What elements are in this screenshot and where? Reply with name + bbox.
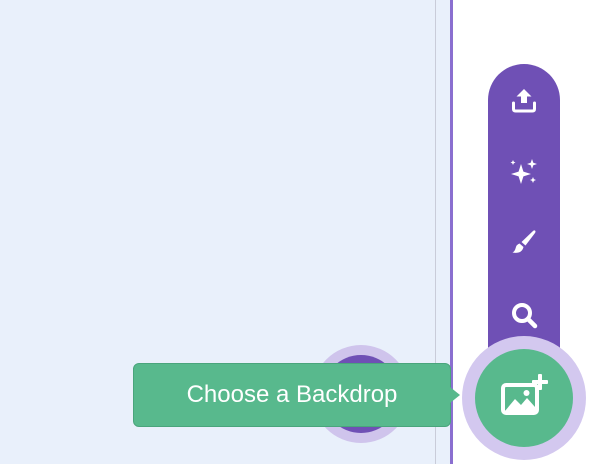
choose-backdrop-tooltip: Choose a Backdrop — [133, 363, 451, 427]
surprise-backdrop-button[interactable] — [488, 142, 560, 202]
choose-backdrop-button[interactable] — [475, 349, 573, 447]
paint-brush-icon — [512, 230, 536, 253]
upload-backdrop-button[interactable] — [488, 70, 560, 130]
surprise-sparkle-icon — [510, 159, 537, 184]
add-backdrop-icon — [501, 374, 548, 415]
search-icon — [512, 303, 538, 329]
upload-icon — [512, 89, 536, 113]
paint-backdrop-button[interactable] — [488, 212, 560, 272]
tooltip-arrow — [450, 387, 460, 403]
